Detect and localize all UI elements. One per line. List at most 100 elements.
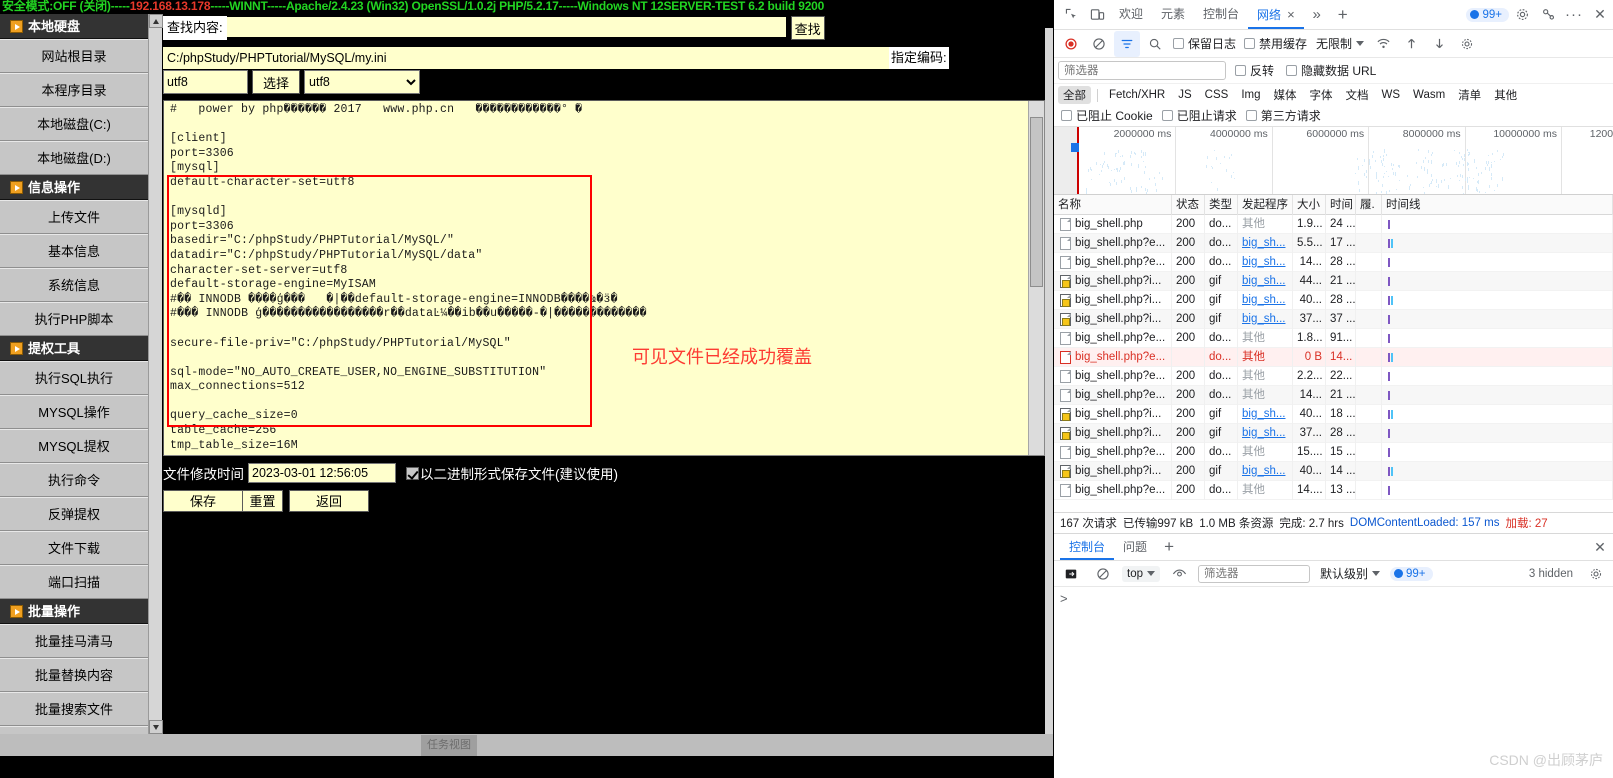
console-level-select[interactable]: 默认级别 (1316, 563, 1384, 584)
cell-name[interactable]: big_shell.php?i... (1054, 404, 1172, 424)
extra-filter-1[interactable]: 已阻止请求 (1161, 107, 1237, 124)
table-row[interactable]: big_shell.php 200 do... 其他 1.9... 24 ... (1054, 215, 1613, 234)
type-filter-7[interactable]: 文档 (1341, 86, 1374, 104)
type-filter-6[interactable]: 字体 (1305, 86, 1338, 104)
preserve-log-checkbox[interactable]: 保留日志 (1173, 35, 1236, 52)
sidebar-group-10[interactable]: 提权工具 (0, 336, 148, 361)
search-icon[interactable] (1142, 31, 1168, 57)
cell-name[interactable]: big_shell.php?i... (1054, 461, 1172, 481)
table-row[interactable]: big_shell.php?e... 200 do... big_sh... 5.5..… (1054, 233, 1613, 253)
clear-console-icon[interactable] (1090, 561, 1116, 587)
clear-icon[interactable] (1086, 31, 1112, 57)
header-initiator[interactable]: 发起程序 (1238, 194, 1293, 215)
cell-name[interactable]: big_shell.php?i... (1054, 271, 1172, 291)
file-content-editor[interactable]: # power by php������ 2017 www.php.cn ���… (163, 100, 1045, 456)
checkbox-icon[interactable] (1245, 110, 1257, 121)
tab-console[interactable]: 控制台 (1194, 0, 1248, 29)
table-row[interactable]: big_shell.php?i... 200 gif big_sh... 40... 28… (1054, 290, 1613, 310)
customize-icon[interactable] (1535, 2, 1561, 28)
type-filter-0[interactable]: 全部 (1058, 86, 1091, 104)
drawer-add-tab-icon[interactable]: + (1156, 534, 1182, 560)
network-request-list[interactable]: big_shell.php 200 do... 其他 1.9... 24 ... big_s… (1054, 215, 1613, 512)
sidebar-item-19[interactable]: 批量挂马清马 (0, 624, 148, 658)
extra-filter-2[interactable]: 第三方请求 (1245, 107, 1321, 124)
cell-name[interactable]: big_shell.php?e... (1054, 347, 1172, 367)
throttling-select[interactable]: 无限制 (1312, 33, 1368, 54)
invert-checkbox[interactable]: 反转 (1235, 62, 1274, 79)
add-tab-icon[interactable]: + (1330, 2, 1356, 28)
type-filter-9[interactable]: Wasm (1408, 88, 1450, 102)
sidebar-item-21[interactable]: 批量搜索文件 (0, 692, 148, 726)
type-filter-1[interactable]: Fetch/XHR (1104, 88, 1170, 102)
cell-name[interactable]: big_shell.php?e... (1054, 442, 1172, 462)
header-type[interactable]: 类型 (1205, 194, 1238, 215)
sidebar-item-16[interactable]: 文件下载 (0, 531, 148, 565)
sidebar-item-22[interactable]: 批量查找木马 (0, 726, 148, 734)
cell-name[interactable]: big_shell.php?i... (1054, 423, 1172, 443)
sidebar-item-13[interactable]: MYSQL提权 (0, 429, 148, 463)
close-icon[interactable]: × (1287, 7, 1295, 22)
sidebar-scrollbar[interactable] (148, 14, 163, 734)
extra-filter-0[interactable]: 已阻止 Cookie (1061, 107, 1153, 124)
close-devtools-icon[interactable]: ✕ (1587, 2, 1613, 28)
page-vertical-scrollbar[interactable] (1045, 28, 1053, 734)
header-size[interactable]: 大小 (1293, 194, 1326, 215)
network-settings-gear-icon[interactable] (1454, 31, 1480, 57)
table-row[interactable]: big_shell.php?e... 200 do... 其他 15.... 15 ... (1054, 442, 1613, 462)
checkbox-icon[interactable] (406, 466, 419, 480)
overview-selection-window[interactable] (1054, 127, 1079, 194)
sidebar-item-17[interactable]: 端口扫描 (0, 565, 148, 599)
type-filter-2[interactable]: JS (1173, 88, 1196, 102)
import-har-icon[interactable] (1398, 31, 1424, 57)
modified-time-input[interactable] (248, 463, 396, 483)
type-filter-8[interactable]: WS (1377, 88, 1406, 102)
network-overview-timeline[interactable]: 2000000 ms 4000000 ms 6000000 ms 8000000 ms… (1054, 127, 1613, 195)
header-status[interactable]: 状态 (1172, 194, 1205, 215)
select-file-button[interactable]: 选择 (252, 70, 301, 94)
cell-name[interactable]: big_shell.php?i... (1054, 290, 1172, 310)
table-row[interactable]: big_shell.php?e... 200 do... 其他 2.2... 22... (1054, 366, 1613, 386)
checkbox-icon[interactable] (1235, 65, 1246, 76)
cell-name[interactable]: big_shell.php?e... (1054, 233, 1172, 253)
find-input[interactable] (226, 16, 787, 38)
sidebar-item-6[interactable]: 上传文件 (0, 200, 148, 234)
encoding-select[interactable]: utf8gbkgb2312big5ascii (304, 70, 421, 94)
drawer-close-icon[interactable]: ✕ (1587, 534, 1613, 560)
sidebar-item-4[interactable]: 本地磁盘(D:) (0, 141, 148, 175)
encoding-input[interactable] (163, 70, 248, 94)
export-har-icon[interactable] (1426, 31, 1452, 57)
console-issues-badge[interactable]: 99+ (1390, 566, 1433, 581)
sidebar-group-18[interactable]: 批量操作 (0, 599, 148, 624)
record-icon[interactable] (1058, 31, 1084, 57)
network-filter-input[interactable] (1058, 61, 1226, 80)
console-message-area[interactable]: > (1054, 587, 1613, 687)
type-filter-11[interactable]: 其他 (1489, 86, 1522, 104)
checkbox-icon[interactable] (1061, 110, 1072, 121)
cell-name[interactable]: big_shell.php?e... (1054, 366, 1172, 386)
sidebar-item-8[interactable]: 系统信息 (0, 268, 148, 302)
sidebar-item-9[interactable]: 执行PHP脚本 (0, 302, 148, 336)
type-filter-4[interactable]: Img (1236, 88, 1265, 102)
checkbox-icon[interactable] (1286, 65, 1298, 76)
live-expression-icon[interactable] (1166, 561, 1192, 587)
cell-name[interactable]: big_shell.php (1054, 215, 1172, 234)
more-options-icon[interactable]: ··· (1561, 2, 1587, 28)
checkbox-icon[interactable] (1161, 110, 1173, 121)
console-settings-gear-icon[interactable] (1583, 561, 1609, 587)
tab-elements[interactable]: 元素 (1152, 0, 1194, 29)
cell-name[interactable]: big_shell.php?e... (1054, 252, 1172, 272)
sidebar-group-5[interactable]: 信息操作 (0, 175, 148, 200)
table-row[interactable]: big_shell.php?i... 200 gif big_sh... 40... 14… (1054, 461, 1613, 481)
sidebar-item-20[interactable]: 批量替换内容 (0, 658, 148, 692)
console-sidebar-icon[interactable] (1058, 561, 1084, 587)
type-filter-3[interactable]: CSS (1200, 88, 1234, 102)
sidebar-item-15[interactable]: 反弹提权 (0, 497, 148, 531)
device-toolbar-icon[interactable] (1084, 2, 1110, 28)
table-row[interactable]: big_shell.php?i... 200 gif big_sh... 37... 28… (1054, 423, 1613, 443)
checkbox-icon[interactable] (1244, 38, 1256, 49)
file-path-input[interactable] (163, 47, 889, 69)
sidebar-scroll-up-button[interactable] (149, 14, 163, 28)
sidebar-item-12[interactable]: MYSQL操作 (0, 395, 148, 429)
table-row[interactable]: big_shell.php?i... 200 gif big_sh... 37... 37… (1054, 309, 1613, 329)
table-row[interactable]: big_shell.php?e... 200 do... 其他 1.8... 91... (1054, 328, 1613, 348)
